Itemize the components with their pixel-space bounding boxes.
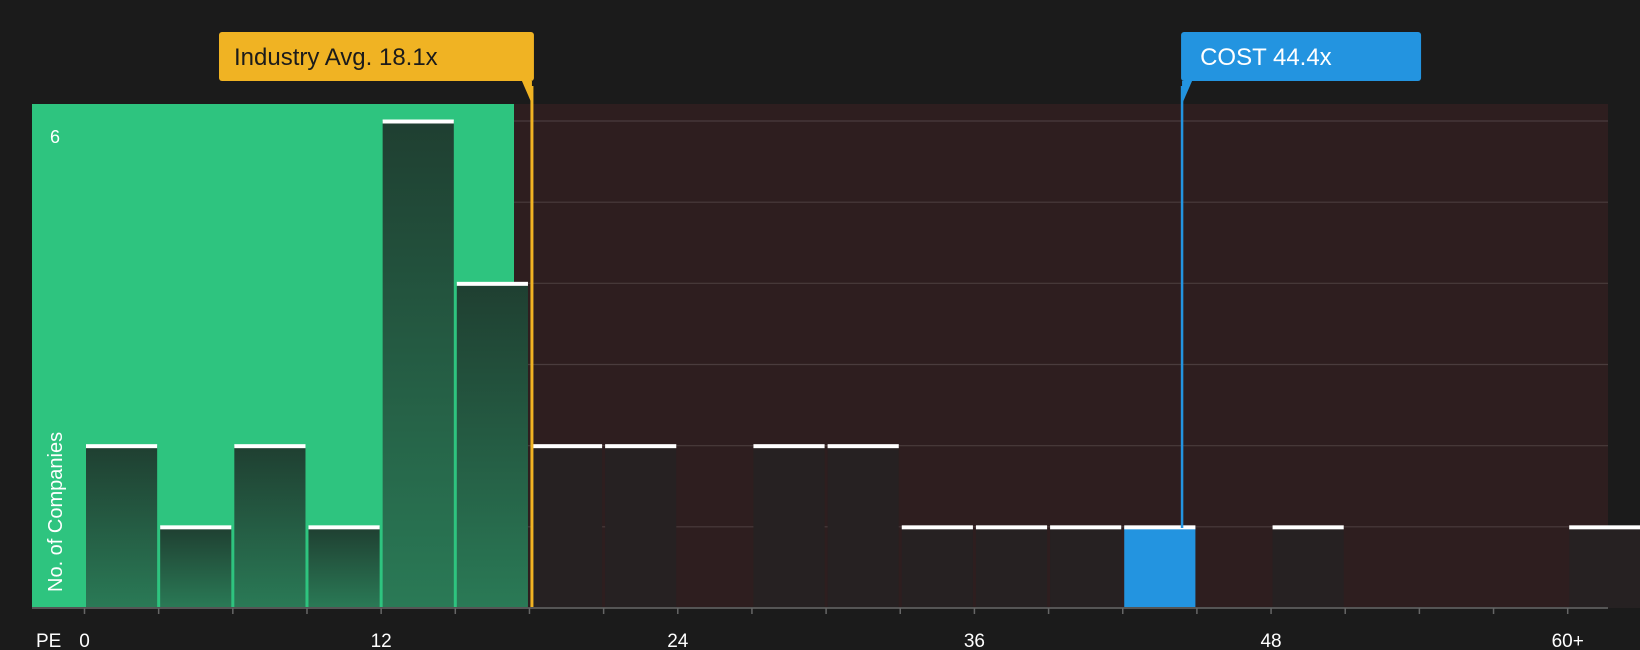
histogram-bar: [753, 445, 825, 608]
x-tick-label: 48: [1260, 631, 1281, 650]
histogram-bar: [1569, 526, 1640, 608]
histogram-bar: [1272, 526, 1344, 608]
histogram-bar: [382, 121, 454, 608]
histogram-bar-cap: [1124, 525, 1196, 530]
histogram-bar-cap: [901, 525, 973, 530]
x-axis-prefix: PE: [36, 631, 61, 650]
histogram-bar: [160, 526, 232, 608]
x-tick-label: 60+: [1552, 631, 1584, 650]
pe-histogram-chart: Industry Avg. 18.1x COST 44.4x 0 12 24 36 48 6…: [0, 0, 1640, 650]
histogram-bar: [234, 445, 306, 608]
histogram-bar: [308, 526, 380, 608]
histogram-bar-cap: [975, 525, 1048, 530]
histogram-bar: [827, 445, 899, 608]
x-tick-label: 36: [964, 631, 985, 650]
histogram-bar-cap: [308, 525, 380, 530]
histogram-bar: [1124, 526, 1196, 608]
x-tick-label: 12: [371, 631, 392, 650]
company-pe-label: COST 44.4x: [1200, 44, 1332, 71]
histogram-bar: [605, 445, 677, 608]
y-axis-label: No. of Companies: [45, 432, 67, 592]
histogram-bar: [1050, 526, 1122, 608]
histogram-bar-cap: [234, 444, 306, 449]
x-tick-label: 24: [667, 631, 689, 650]
histogram-bar: [901, 526, 973, 608]
x-tick-label: 0: [79, 631, 90, 650]
histogram-bar-cap: [1272, 525, 1344, 530]
histogram-bar-cap: [86, 444, 158, 449]
histogram-bar-cap: [160, 525, 232, 530]
histogram-bar-cap: [382, 119, 454, 124]
histogram-bar-cap: [1050, 525, 1122, 530]
histogram-bar-cap: [530, 444, 603, 449]
histogram-bar: [456, 283, 528, 608]
histogram-bar-cap: [827, 444, 899, 449]
y-tick-label: 6: [50, 127, 60, 147]
histogram-bar-cap: [456, 281, 528, 286]
histogram-bar: [86, 445, 158, 608]
histogram-bar-cap: [753, 444, 825, 449]
histogram-bar: [975, 526, 1048, 608]
industry-average-label: Industry Avg. 18.1x: [234, 44, 438, 71]
histogram-bar-cap: [605, 444, 677, 449]
histogram-bar-cap: [1569, 525, 1640, 530]
histogram-bar: [530, 445, 603, 608]
